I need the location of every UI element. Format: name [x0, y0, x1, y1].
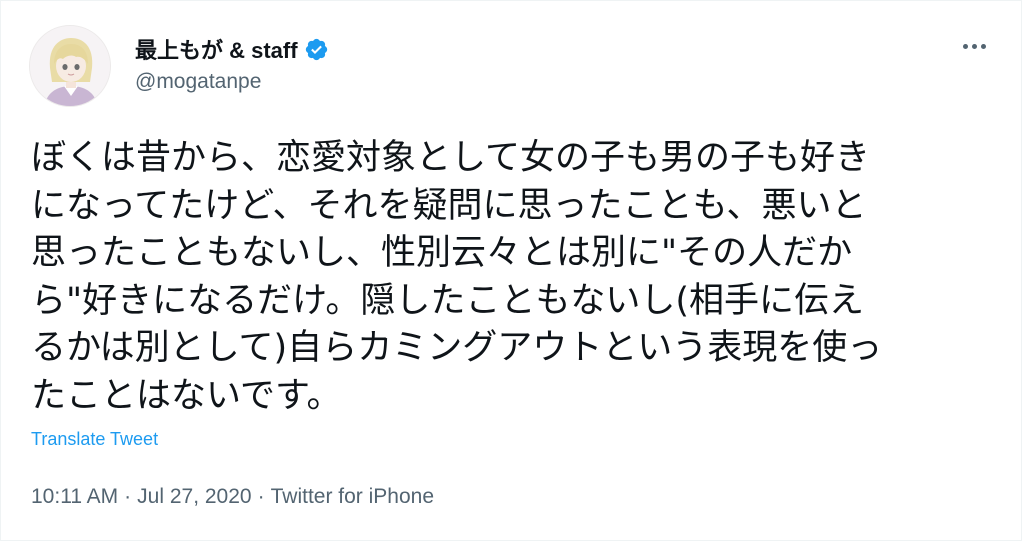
tweet-card: 最上もが & staff @mogatanpe ぼくは昔から、恋愛対象として女の… [0, 0, 1022, 541]
avatar-illustration [30, 26, 110, 106]
name-row: 最上もが & staff [135, 33, 329, 65]
handle[interactable]: @mogatanpe [135, 70, 261, 94]
more-horizontal-icon [962, 43, 968, 49]
tweet-time[interactable]: 10:11 AM [31, 485, 118, 509]
tweet-text-line: たことはないです。 [31, 375, 342, 416]
tweet-date[interactable]: Jul 27, 2020 [137, 485, 251, 509]
tweet-text-line: るかは別として)自らカミングアウトという表現を使っ [31, 328, 883, 368]
tweet-source[interactable]: Twitter for iPhone [271, 485, 434, 509]
display-name[interactable]: 最上もが & staff [135, 33, 298, 65]
more-horizontal-icon-dot [971, 43, 977, 49]
more-horizontal-icon-dot [980, 43, 986, 49]
tweet-text-line: になってたけど、それを疑問に思ったことも、悪いと [31, 185, 867, 226]
avatar[interactable] [29, 25, 111, 107]
tweet-text-line: 思ったこともないし、性別云々とは別に"その人だか [31, 233, 853, 273]
meta-separator: · [257, 485, 265, 508]
tweet-text: ぼくは昔から、恋愛対象として女の子も男の子も好き になってたけど、それを疑問に思… [31, 135, 991, 420]
meta-separator: · [124, 485, 132, 508]
verified-badge-icon [304, 37, 329, 62]
tweet-metadata: 10:11 AM · Jul 27, 2020 · Twitter for iP… [31, 485, 434, 509]
translate-tweet-link[interactable]: Translate Tweet [31, 429, 158, 450]
more-options-button[interactable] [957, 35, 991, 57]
tweet-text-line: ら"好きになるだけ。隠したこともないし(相手に伝え [31, 280, 865, 321]
tweet-text-line: ぼくは昔から、恋愛対象として女の子も男の子も好き [31, 138, 870, 178]
